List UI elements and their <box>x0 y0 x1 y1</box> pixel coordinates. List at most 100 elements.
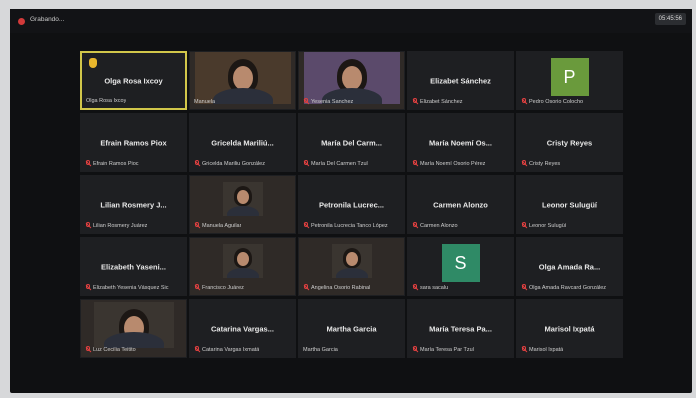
participant-display-name: Petronila Lucrec... <box>318 200 385 209</box>
avatar: S <box>441 244 480 282</box>
participant-tile[interactable]: María Del Carm... María Del Carmen Tzul <box>298 113 405 172</box>
muted-mic-icon <box>521 222 527 229</box>
person-face <box>236 252 249 266</box>
person-body <box>226 268 259 278</box>
participant-label: Efrain Ramos Pioc <box>93 160 139 167</box>
participant-tile[interactable]: Manuela <box>189 51 296 110</box>
participant-tile[interactable]: Manuela Aguilar <box>189 175 296 234</box>
participant-label: Carmen Alonzo <box>420 222 458 229</box>
participant-display-name: María Noemí Os... <box>429 138 492 147</box>
name-bar: Gricelda Mariliu González <box>194 159 291 168</box>
participant-label: Yesenia Sanchez <box>311 98 354 105</box>
participant-label: Angelina Osorio Rabinal <box>311 284 371 291</box>
name-bar: Olga Rosa Ixcoy <box>86 96 181 105</box>
meeting-timer: 05:45:56 <box>654 13 686 25</box>
participant-tile[interactable]: María Teresa Pa... María Teresa Par Tzul <box>407 299 514 358</box>
muted-mic-icon <box>521 98 527 105</box>
name-bar: Yesenia Sanchez <box>303 97 400 106</box>
meeting-window: Grabando... 05:45:56 Olga Rosa Ixcoy Olga… <box>10 9 692 393</box>
participant-tile[interactable]: Marisol Ixpatá Marisol Ixpatá <box>516 299 623 358</box>
muted-mic-icon <box>85 160 91 167</box>
participant-gallery: Olga Rosa Ixcoy Olga Rosa Ixcoy Manuela Yes… <box>80 51 626 361</box>
muted-mic-icon <box>303 98 309 105</box>
muted-mic-icon <box>194 160 200 167</box>
participant-label: Manuela <box>194 98 216 105</box>
avatar: P <box>550 58 589 96</box>
participant-tile[interactable]: Lilian Rosmery J... Lilian Rosmery Juárez <box>80 175 187 234</box>
participant-tile[interactable]: Martha Garcia Martha Garcia <box>298 299 405 358</box>
participant-tile[interactable]: Angelina Osorio Rabinal <box>298 237 405 296</box>
participant-tile[interactable]: Cristy Reyes Cristy Reyes <box>516 113 623 172</box>
recording-status: Grabando... <box>30 16 65 23</box>
muted-mic-icon <box>194 222 200 229</box>
participant-tile[interactable]: P Pedro Osorio Colocho <box>516 51 623 110</box>
muted-mic-icon <box>303 160 309 167</box>
participant-tile[interactable]: Leonor Sulugüí Leonor Sulugüí <box>516 175 623 234</box>
participant-tile[interactable]: Yesenia Sanchez <box>298 51 405 110</box>
name-bar: Catarina Vargas Ixmatá <box>194 345 291 354</box>
participant-tile[interactable]: Elizabeth Yaseni... Elizabeth Yesenia Vás… <box>80 237 187 296</box>
muted-mic-icon <box>521 284 527 291</box>
participant-label: Olga Amada Ravcard González <box>529 284 607 291</box>
top-bar: Grabando... 05:45:56 <box>10 9 692 33</box>
person-face <box>345 252 358 266</box>
participant-tile[interactable]: Carmen Alonzo Carmen Alonzo <box>407 175 514 234</box>
name-bar: Luz Cecilia Teitito <box>85 345 182 354</box>
participant-tile[interactable]: Francisco Juárez <box>189 237 296 296</box>
participant-label: Cristy Reyes <box>529 160 561 167</box>
participant-label: Catarina Vargas Ixmatá <box>202 346 260 353</box>
name-bar: María Teresa Par Tzul <box>412 345 509 354</box>
muted-mic-icon <box>194 346 200 353</box>
participant-tile[interactable]: Efrain Ramos Piox Efrain Ramos Pioc <box>80 113 187 172</box>
person-body <box>226 206 259 216</box>
participant-tile[interactable]: Olga Rosa Ixcoy Olga Rosa Ixcoy <box>80 51 187 110</box>
name-bar: Leonor Sulugüí <box>521 221 618 230</box>
participant-label: sara sacalu <box>420 284 449 291</box>
participant-tile[interactable]: Ssara sacalu <box>407 237 514 296</box>
participant-label: Elizabeth Yesenia Vásquez Sic <box>93 284 169 291</box>
participant-label: Martha Garcia <box>303 346 338 353</box>
participant-display-name: Martha Garcia <box>326 324 377 333</box>
name-bar: sara sacalu <box>412 283 509 292</box>
participant-display-name: Efrain Ramos Piox <box>100 138 167 147</box>
participant-tile[interactable]: Elizabet Sánchez Elizabet Sánchez <box>407 51 514 110</box>
participant-tile[interactable]: Petronila Lucrec... Petronila Lucrecia Ta… <box>298 175 405 234</box>
name-bar: María Noemí Osorio Pérez <box>412 159 509 168</box>
person-face <box>232 66 253 90</box>
participant-tile[interactable]: María Noemí Os... María Noemí Osorio Pére… <box>407 113 514 172</box>
name-bar: Cristy Reyes <box>521 159 618 168</box>
name-bar: Pedro Osorio Colocho <box>521 97 618 106</box>
participant-label: Lilian Rosmery Juárez <box>93 222 148 229</box>
participant-label: Marisol Ixpatá <box>529 346 564 353</box>
name-bar: Elizabet Sánchez <box>412 97 509 106</box>
name-bar: Angelina Osorio Rabinal <box>303 283 400 292</box>
muted-mic-icon <box>412 284 418 291</box>
recording-icon <box>18 18 25 25</box>
raised-hand-icon <box>89 58 97 68</box>
name-bar: Manuela Aguilar <box>194 221 291 230</box>
name-bar: Carmen Alonzo <box>412 221 509 230</box>
name-bar: Francisco Juárez <box>194 283 291 292</box>
participant-display-name: Marisol Ixpatá <box>544 324 595 333</box>
participant-display-name: Gricelda Mariliú... <box>211 138 274 147</box>
muted-mic-icon <box>521 346 527 353</box>
muted-mic-icon <box>85 346 91 353</box>
name-bar: Lilian Rosmery Juárez <box>85 221 182 230</box>
participant-display-name: Olga Rosa Ixcoy <box>104 76 163 85</box>
muted-mic-icon <box>412 98 418 105</box>
participant-display-name: Elizabet Sánchez <box>430 76 491 85</box>
video-feed <box>331 244 372 278</box>
person-face <box>236 190 249 204</box>
participant-label: María Teresa Par Tzul <box>420 346 474 353</box>
participant-display-name: Catarina Vargas... <box>211 324 274 333</box>
participant-tile[interactable]: Catarina Vargas... Catarina Vargas Ixmatá <box>189 299 296 358</box>
name-bar: Marisol Ixpatá <box>521 345 618 354</box>
person-body <box>335 268 368 278</box>
participant-tile[interactable]: Luz Cecilia Teitito <box>80 299 187 358</box>
participant-tile[interactable]: Gricelda Mariliú... Gricelda Mariliu Gonz… <box>189 113 296 172</box>
muted-mic-icon <box>521 160 527 167</box>
muted-mic-icon <box>85 284 91 291</box>
participant-tile[interactable]: Olga Amada Ra... Olga Amada Ravcard Gonzá… <box>516 237 623 296</box>
participant-display-name: Lilian Rosmery J... <box>100 200 167 209</box>
name-bar: Manuela <box>194 97 291 106</box>
